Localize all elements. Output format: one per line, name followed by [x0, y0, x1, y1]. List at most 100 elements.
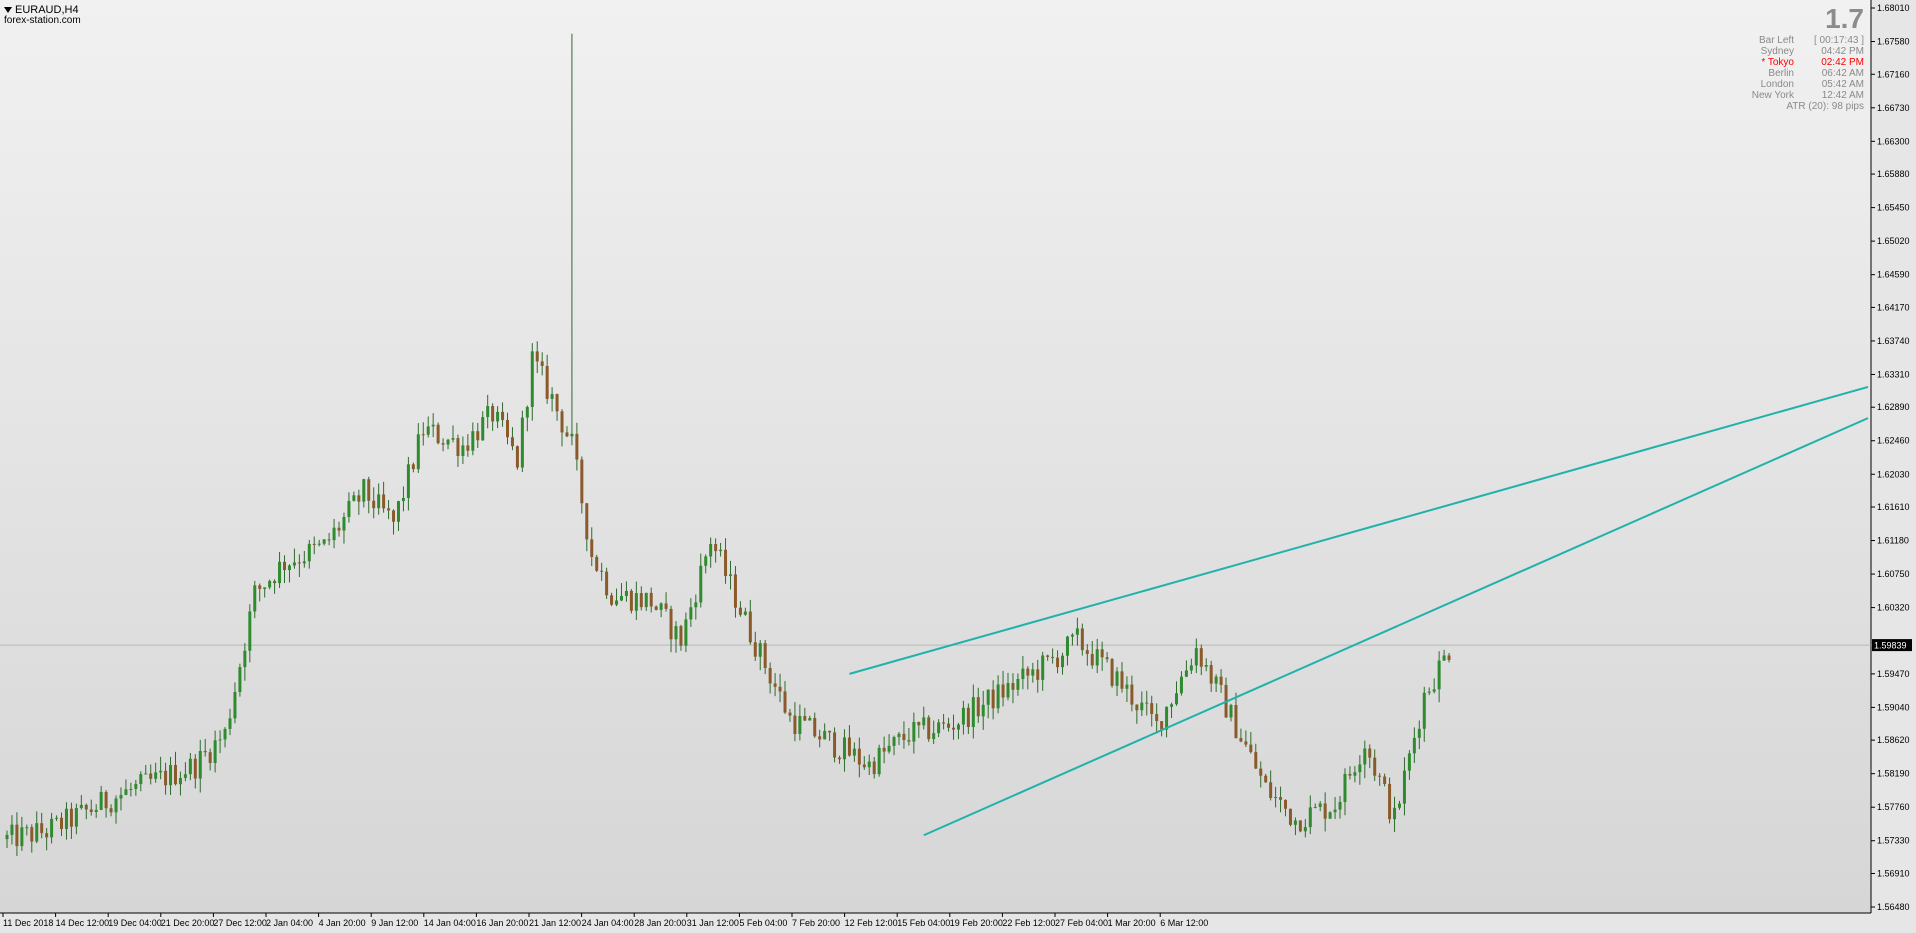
- candle-body: [1308, 807, 1312, 828]
- candle-body: [1358, 764, 1362, 773]
- candle-body: [758, 643, 762, 657]
- x-tick-label: 1 Mar 20:00: [1108, 918, 1156, 928]
- candle-body: [109, 808, 113, 813]
- session-value: 12:42 AM: [1821, 90, 1864, 101]
- candle-body: [337, 527, 341, 531]
- candle-body: [1293, 820, 1297, 825]
- candle-body: [471, 431, 475, 451]
- candle-body: [783, 691, 787, 713]
- candle-body: [986, 689, 990, 705]
- atr-readout: ATR (20): 98 pips: [1786, 101, 1864, 112]
- candle-body: [99, 791, 103, 810]
- candle-body: [15, 824, 19, 847]
- candle-body: [942, 722, 946, 724]
- candle-body: [69, 808, 73, 827]
- candle-body: [1417, 728, 1421, 738]
- candle-body: [1031, 669, 1035, 676]
- candle-body: [1184, 670, 1188, 677]
- candle-body: [743, 611, 747, 615]
- candle-body: [887, 745, 891, 752]
- candle-body: [1189, 665, 1193, 671]
- candle-body: [733, 574, 737, 608]
- x-tick-label: 28 Jan 20:00: [634, 918, 686, 928]
- candle-body: [1328, 812, 1332, 819]
- y-tick-label: 1.56480: [1877, 902, 1910, 912]
- candle-body: [193, 758, 197, 779]
- candle-body: [1393, 807, 1397, 820]
- chart-window[interactable]: 1.68010 1.67580 1.67160 1.66730 1.66300 1.658…: [0, 0, 1916, 933]
- candle-body: [292, 562, 296, 566]
- y-tick-label: 1.57760: [1877, 802, 1910, 812]
- candle-body: [1041, 655, 1045, 680]
- candle-body: [976, 697, 980, 717]
- candle-body: [565, 432, 569, 437]
- candle-body: [932, 733, 936, 740]
- y-tick-label: 1.58620: [1877, 735, 1910, 745]
- candle-body: [312, 543, 316, 545]
- y-tick-label: 1.64590: [1877, 270, 1910, 280]
- candle-body: [981, 704, 985, 717]
- candle-body: [60, 817, 64, 830]
- candle-body: [1373, 757, 1377, 776]
- candle-body: [788, 712, 792, 716]
- candle-body: [1348, 773, 1352, 776]
- candle-body: [501, 411, 505, 421]
- candlestick-chart[interactable]: 1.68010 1.67580 1.67160 1.66730 1.66300 1.658…: [0, 0, 1916, 933]
- candle-body: [426, 426, 430, 435]
- x-tick-label: 5 Feb 04:00: [739, 918, 787, 928]
- y-tick-label: 1.59040: [1877, 702, 1910, 712]
- candle-body: [1080, 628, 1084, 651]
- candle-body: [283, 561, 287, 571]
- candle-body: [654, 606, 658, 610]
- candle-body: [1298, 820, 1302, 832]
- candle-body: [476, 431, 480, 441]
- candle-body: [278, 561, 282, 584]
- candle-body: [1115, 671, 1119, 686]
- candle-body: [1318, 803, 1322, 807]
- candle-body: [1254, 752, 1258, 769]
- y-tick-label: 1.68010: [1877, 3, 1910, 13]
- candle-body: [114, 798, 118, 813]
- candle-body: [1402, 770, 1406, 804]
- candle-body: [555, 394, 559, 412]
- candle-body: [823, 730, 827, 740]
- session-label: * Tokyo: [1761, 57, 1794, 68]
- y-tick-label: 1.62890: [1877, 402, 1910, 412]
- candle-body: [496, 411, 500, 422]
- session-row: Sydney 04:42 PM: [1724, 46, 1864, 57]
- candle-body: [803, 715, 807, 721]
- candle-body: [178, 777, 182, 785]
- y-tick-label: 1.63740: [1877, 336, 1910, 346]
- candle-body: [1323, 803, 1327, 819]
- dropdown-triangle-icon[interactable]: [4, 7, 12, 14]
- candle-body: [421, 434, 425, 436]
- candle-body: [1075, 628, 1079, 635]
- candle-body: [793, 715, 797, 735]
- candle-body: [248, 611, 252, 651]
- candle-body: [327, 539, 331, 541]
- candle-body: [1442, 655, 1446, 661]
- candle-body: [35, 823, 39, 842]
- candle-body: [748, 611, 752, 643]
- x-tick-label: 16 Jan 20:00: [476, 918, 528, 928]
- candle-body: [387, 508, 391, 511]
- candle-body: [1036, 669, 1040, 680]
- candle-body: [1274, 797, 1278, 799]
- candle-body: [154, 772, 158, 779]
- candle-body: [649, 592, 653, 607]
- y-tick-label: 1.60750: [1877, 569, 1910, 579]
- candle-body: [590, 539, 594, 557]
- candle-body: [481, 417, 485, 441]
- candle-body: [912, 721, 916, 742]
- candle-body: [25, 827, 29, 829]
- candle-body: [694, 602, 698, 608]
- candle-body: [486, 406, 490, 418]
- candle-body: [268, 580, 272, 588]
- candle-body: [857, 748, 861, 765]
- candle-body: [763, 643, 767, 669]
- candle-body: [1194, 648, 1198, 666]
- x-tick-label: 24 Jan 04:00: [582, 918, 634, 928]
- candle-body: [1110, 659, 1114, 686]
- candle-body: [45, 833, 49, 838]
- candle-body: [892, 737, 896, 746]
